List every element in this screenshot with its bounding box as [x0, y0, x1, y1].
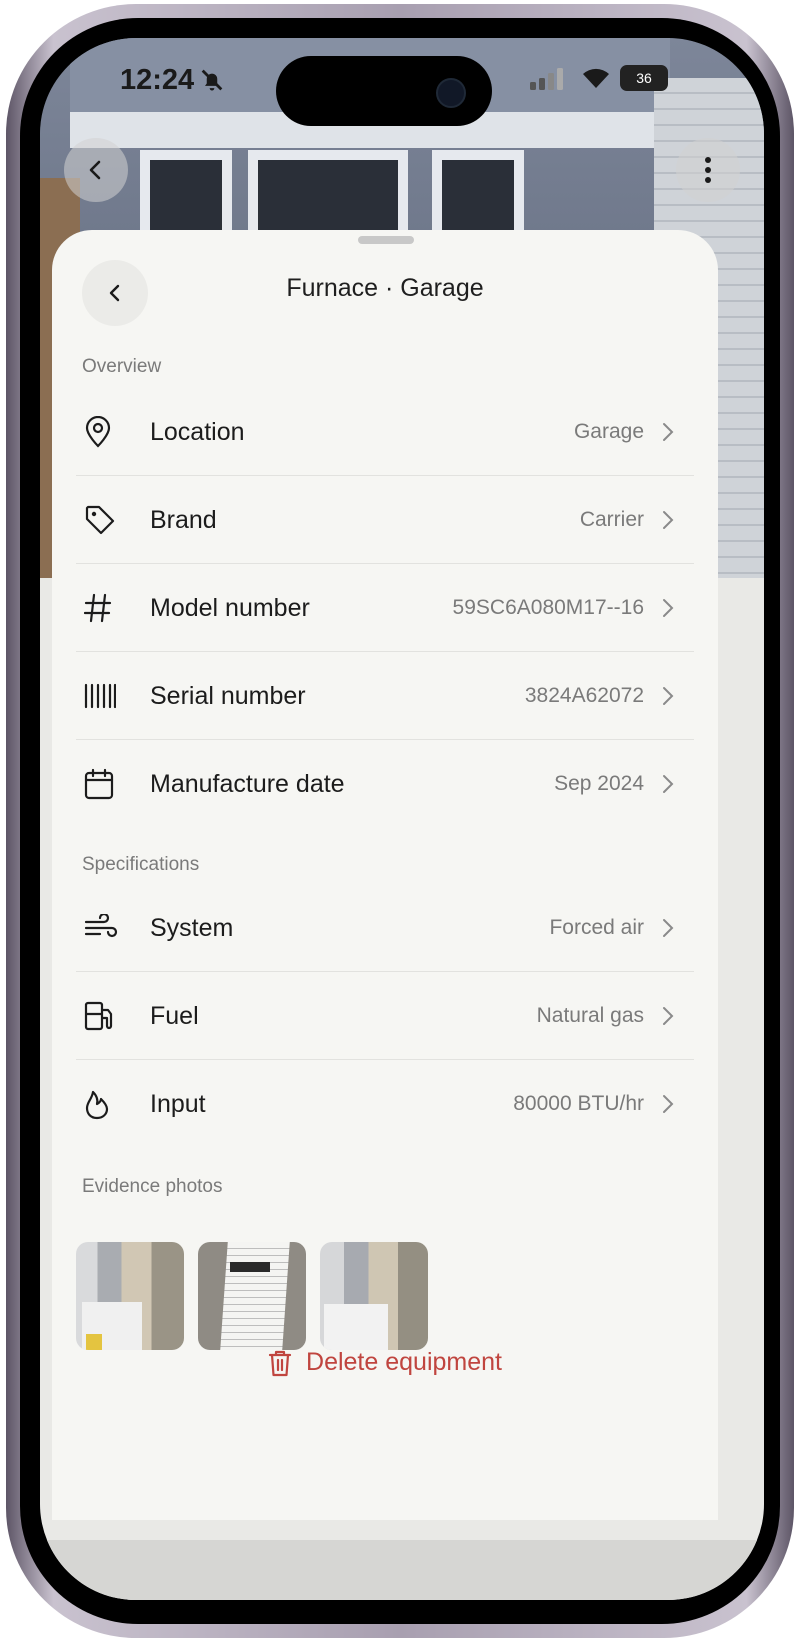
wind-icon: [76, 908, 138, 948]
row-value: 3824A62072: [524, 684, 644, 707]
chevron-right-icon: [662, 1006, 680, 1026]
row-label: Serial number: [150, 681, 306, 710]
signal-icon: [530, 68, 563, 90]
calendar-icon: [76, 764, 138, 804]
screen: 12:24 36 Furnace · Garage Overview Locat…: [40, 38, 764, 1600]
row-label: Input: [150, 1089, 206, 1118]
row-fuel[interactable]: Fuel Natural gas: [76, 972, 694, 1060]
row-input[interactable]: Input 80000 BTU/hr: [76, 1060, 694, 1148]
home-area: [40, 1540, 764, 1600]
dynamic-island: [276, 56, 492, 126]
tag-icon: [76, 500, 138, 540]
more-vertical-icon: [705, 157, 711, 183]
row-value: Carrier: [579, 508, 644, 531]
delete-equipment-label: Delete equipment: [306, 1348, 502, 1376]
evidence-photo-label[interactable]: [198, 1242, 306, 1350]
row-value: Natural gas: [536, 1004, 644, 1027]
evidence-photo-furnace[interactable]: [320, 1242, 428, 1350]
row-label: System: [150, 913, 234, 942]
row-serial-number[interactable]: Serial number 3824A62072: [76, 652, 694, 740]
row-value: Garage: [573, 420, 644, 443]
chevron-left-icon: [89, 160, 101, 180]
trash-icon: [268, 1350, 292, 1376]
chevron-right-icon: [662, 598, 680, 618]
wifi-icon: [583, 68, 609, 88]
row-label: Fuel: [150, 1001, 199, 1030]
sheet-grabber[interactable]: [358, 236, 414, 244]
flame-icon: [76, 1084, 138, 1124]
location-pin-icon: [76, 412, 138, 452]
status-time: 12:24: [120, 64, 195, 96]
more-options-button[interactable]: [676, 138, 740, 202]
hash-icon: [76, 588, 138, 628]
delete-equipment-button[interactable]: Delete equipment: [52, 1348, 718, 1377]
row-location[interactable]: Location Garage: [76, 388, 694, 476]
row-label: Brand: [150, 505, 217, 534]
row-value: Forced air: [549, 916, 644, 939]
row-manufacture-date[interactable]: Manufacture date Sep 2024: [76, 740, 694, 828]
sheet-title: Furnace · Garage: [286, 274, 484, 302]
battery-icon: 36: [620, 65, 668, 91]
row-value: Sep 2024: [554, 772, 644, 795]
row-value: 59SC6A080M17--16: [452, 596, 644, 619]
chevron-right-icon: [662, 1094, 680, 1114]
evidence-photos: [76, 1242, 428, 1350]
equipment-sheet: Furnace · Garage Overview Location Garag…: [52, 230, 718, 1520]
section-label-overview: Overview: [82, 356, 162, 377]
chevron-right-icon: [662, 686, 680, 706]
chevron-right-icon: [662, 422, 680, 442]
chevron-right-icon: [662, 510, 680, 530]
status-bar: 12:24 36: [40, 38, 764, 128]
chevron-right-icon: [662, 918, 680, 938]
bell-off-icon: [201, 69, 223, 91]
chevron-right-icon: [662, 774, 680, 794]
fuel-pump-icon: [76, 996, 138, 1036]
barcode-icon: [76, 676, 138, 716]
row-label: Manufacture date: [150, 769, 345, 798]
hero-back-button[interactable]: [64, 138, 128, 202]
row-brand[interactable]: Brand Carrier: [76, 476, 694, 564]
row-label: Model number: [150, 593, 310, 622]
row-model-number[interactable]: Model number 59SC6A080M17--16: [76, 564, 694, 652]
row-label: Location: [150, 417, 245, 446]
row-value: 80000 BTU/hr: [513, 1092, 644, 1115]
evidence-photo-furnace[interactable]: [76, 1242, 184, 1350]
section-label-evidence-photos: Evidence photos: [82, 1176, 223, 1197]
row-system[interactable]: System Forced air: [76, 884, 694, 972]
section-label-specifications: Specifications: [82, 854, 200, 875]
